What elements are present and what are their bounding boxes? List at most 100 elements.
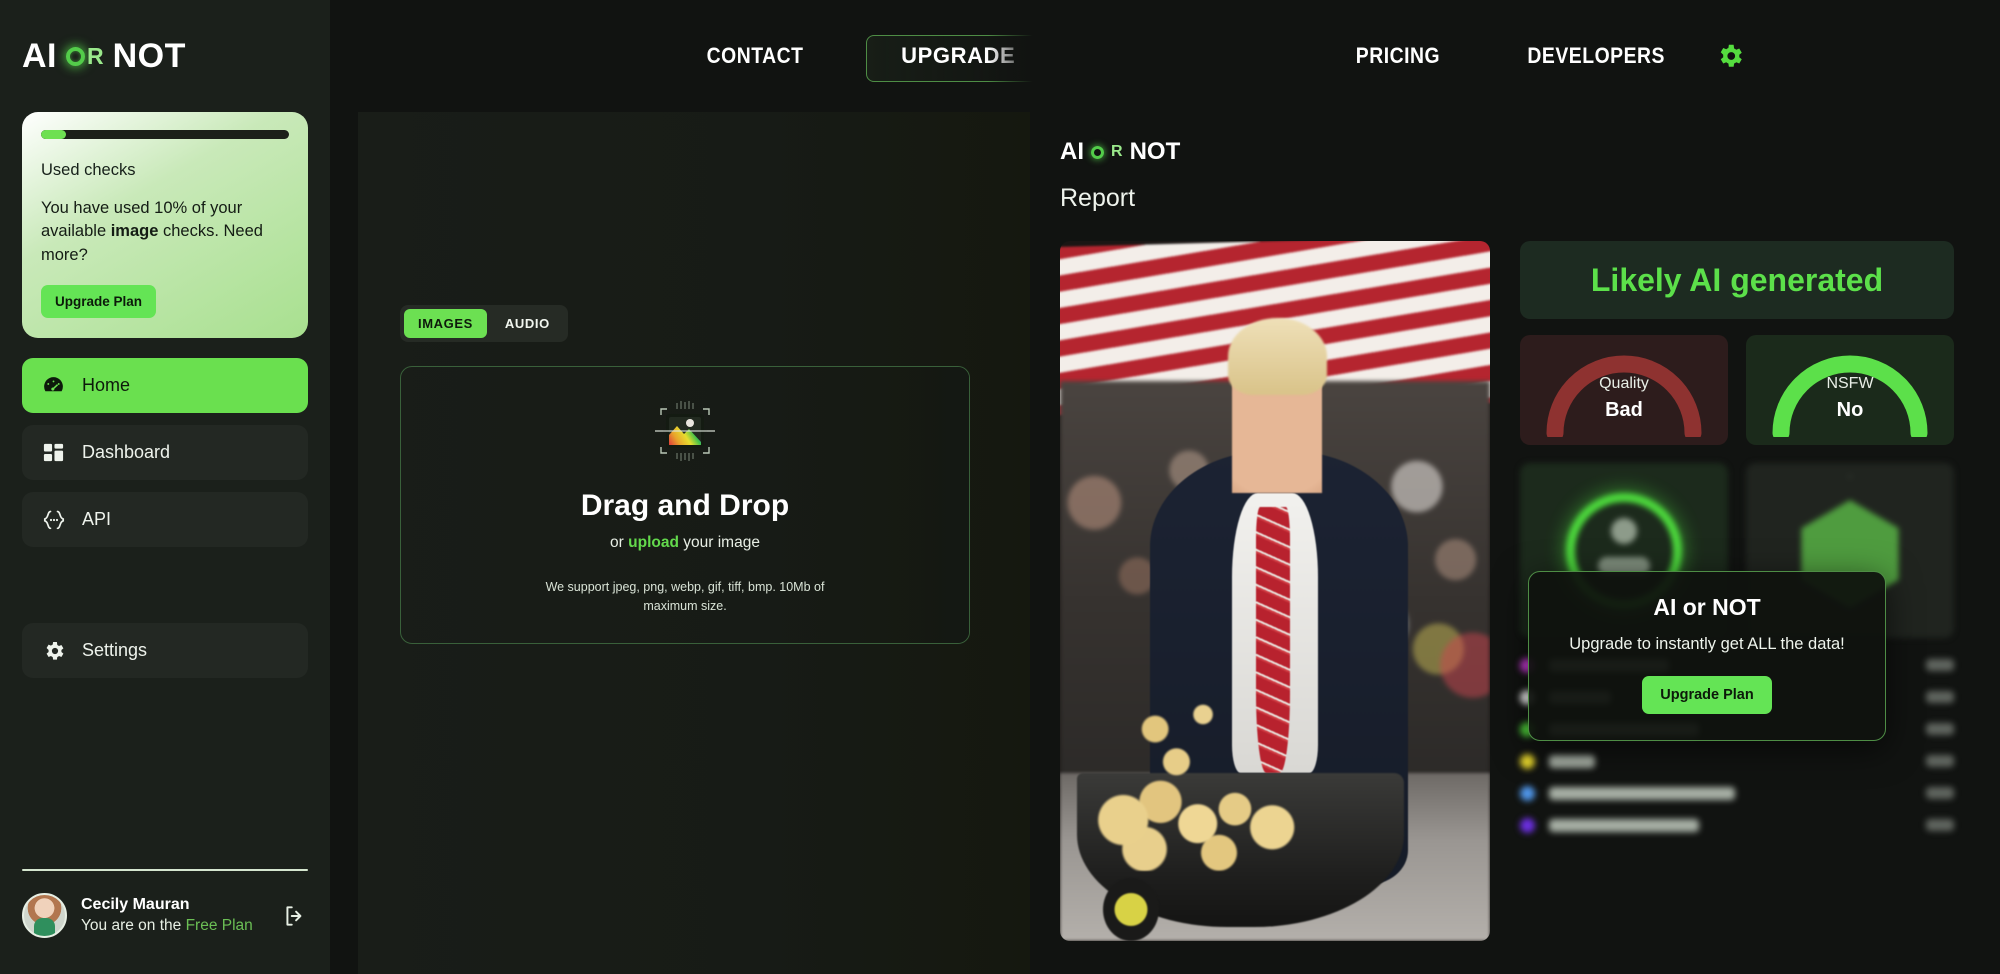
sidebar-nav-spacer <box>22 559 308 611</box>
user-plan-prefix: You are on the <box>81 916 186 934</box>
dropzone-title: Drag and Drop <box>580 489 790 523</box>
report-brand-logo: AI R NOT <box>1060 138 1954 166</box>
locked-legend-row <box>1520 750 1954 772</box>
locked-legend-value <box>1926 723 1954 735</box>
gauge-value-quality: Bad <box>1605 398 1643 421</box>
usage-progress-bar <box>41 130 289 139</box>
sidebar-item-api-label: API <box>82 509 112 530</box>
results-column: Likely AI generated Quality Bad NSFW No … <box>1520 241 1954 941</box>
report-panel: AI R NOT Report Likely AI generated Qual… <box>1030 112 2000 974</box>
report-body: Likely AI generated Quality Bad NSFW No … <box>1060 241 1954 941</box>
user-name: Cecily Mauran <box>81 896 190 914</box>
nav-pricing[interactable]: PRICING <box>1356 43 1440 69</box>
dropzone-fade-mask <box>900 367 969 643</box>
tab-images[interactable]: IMAGES <box>404 309 487 338</box>
upload-panel: IMAGES AUDIO Drag and Drop or upload you… <box>358 112 1030 974</box>
gear-icon <box>41 638 66 663</box>
brand-o-ring-icon <box>66 46 85 66</box>
locked-legend-row <box>1520 782 1954 804</box>
gauge-card-quality: Quality Bad <box>1520 335 1728 445</box>
report-brand-or-r: R <box>1111 143 1123 160</box>
brand-or-r: R <box>87 42 104 69</box>
usage-card-title: Used checks <box>41 161 136 179</box>
locked-legend-dot <box>1520 785 1535 801</box>
gauge-card-nsfw: NSFW No <box>1746 335 1954 445</box>
dropzone-subtitle: or upload your image <box>610 534 760 552</box>
user-plan: You are on the Free Plan <box>81 916 268 937</box>
sidebar-item-dashboard-label: Dashboard <box>82 442 171 463</box>
report-brand-not: NOT <box>1129 138 1181 165</box>
locked-legend-value <box>1926 819 1954 831</box>
sidebar-item-home-label: Home <box>82 375 131 396</box>
user-meta: Cecily Mauran You are on the Free Plan <box>81 894 268 937</box>
brand-not-text: NOT <box>112 37 186 75</box>
nav-contact[interactable]: CONTACT <box>707 43 804 69</box>
gauge-value-nsfw: No <box>1836 398 1864 421</box>
locked-legend-dot <box>1520 817 1535 833</box>
sidebar-item-api[interactable]: API <box>22 492 308 548</box>
upload-panel-inner: IMAGES AUDIO Drag and Drop or upload you… <box>358 112 1030 644</box>
locked-legend-name <box>1549 786 1735 800</box>
gauge-label-nsfw: NSFW <box>1826 374 1874 392</box>
code-braces-icon <box>41 507 66 532</box>
app-root: AI R NOT Used checks You have used 10% o… <box>0 0 2000 974</box>
nav-upgrade-label: UPGRADE <box>901 43 1016 68</box>
content-area: IMAGES AUDIO Drag and Drop or upload you… <box>358 112 2000 974</box>
tab-audio[interactable]: AUDIO <box>491 309 564 338</box>
image-potatoes <box>1085 689 1353 871</box>
analyzed-image[interactable] <box>1060 241 1490 941</box>
nav-upgrade-button[interactable]: UPGRADE <box>866 35 1051 82</box>
sidebar-nav: Home Dashboard API Settings <box>22 358 308 679</box>
sidebar-item-settings[interactable]: Settings <box>22 623 308 679</box>
gauge-label-quality: Quality <box>1599 374 1649 392</box>
sidebar-item-home[interactable]: Home <box>22 358 308 414</box>
top-header: CONTACT UPGRADE PRICING DEVELOPERS <box>330 0 2000 112</box>
usage-text-bold: image <box>110 222 159 241</box>
top-nav: CONTACT UPGRADE PRICING DEVELOPERS <box>330 35 1948 82</box>
dropzone-sub-after: your image <box>678 534 760 552</box>
sidebar: AI R NOT Used checks You have used 10% o… <box>0 0 330 974</box>
brand-or-text: R <box>66 42 104 69</box>
image-subject-hair <box>1227 318 1327 395</box>
locked-legend-dot <box>1520 753 1535 769</box>
main-area: CONTACT UPGRADE PRICING DEVELOPERS IMAGE… <box>330 0 2000 974</box>
image-wheel <box>1103 878 1159 941</box>
verdict-banner: Likely AI generated <box>1520 241 1954 319</box>
sidebar-upgrade-plan-button[interactable]: Upgrade Plan <box>41 285 157 319</box>
dropzone-sub-before: or <box>610 534 629 552</box>
upload-link[interactable]: upload <box>628 534 679 551</box>
header-gear-icon[interactable] <box>1715 41 1745 71</box>
nsfw-gauge-arc <box>1772 355 1928 437</box>
sidebar-item-dashboard[interactable]: Dashboard <box>22 425 308 481</box>
user-profile[interactable]: Cecily Mauran You are on the Free Plan <box>22 893 308 974</box>
gauge-grid: Quality Bad NSFW No <box>1520 335 1954 445</box>
upgrade-overlay-title: AI or NOT <box>1653 594 1761 620</box>
report-title: Report <box>1060 184 1136 212</box>
image-scan-icon <box>649 395 721 467</box>
dropzone[interactable]: Drag and Drop or upload your image We su… <box>400 366 970 644</box>
quality-gauge-arc <box>1546 355 1702 437</box>
media-type-tabs: IMAGES AUDIO <box>400 305 568 342</box>
dropzone-support-note: We support jpeg, png, webp, gif, tiff, b… <box>545 580 825 613</box>
speedometer-icon <box>41 373 66 398</box>
dashboard-grid-icon <box>41 440 66 465</box>
locked-legend-value <box>1926 755 1954 767</box>
verdict-text: Likely AI generated <box>1590 261 1884 298</box>
brand-ai-text: AI <box>22 37 57 75</box>
sidebar-item-settings-label: Settings <box>82 640 148 661</box>
logout-icon[interactable] <box>282 903 308 929</box>
upgrade-overlay: AI or NOT Upgrade to instantly get ALL t… <box>1528 571 1886 741</box>
nav-developers[interactable]: DEVELOPERS <box>1528 43 1666 69</box>
usage-card: Used checks You have used 10% of your av… <box>22 112 308 339</box>
upgrade-overlay-button[interactable]: Upgrade Plan <box>1642 676 1772 714</box>
avatar <box>22 893 67 938</box>
report-brand-o-ring-icon <box>1091 145 1104 159</box>
usage-card-text: You have used 10% of your available imag… <box>41 197 289 267</box>
brand-logo[interactable]: AI R NOT <box>22 0 308 112</box>
nav-upgrade-wrapper: UPGRADE <box>866 35 1051 82</box>
usage-progress-fill <box>41 130 66 139</box>
locked-legend-name <box>1549 818 1699 832</box>
locked-legend-value <box>1926 691 1954 703</box>
sidebar-divider <box>22 869 308 871</box>
